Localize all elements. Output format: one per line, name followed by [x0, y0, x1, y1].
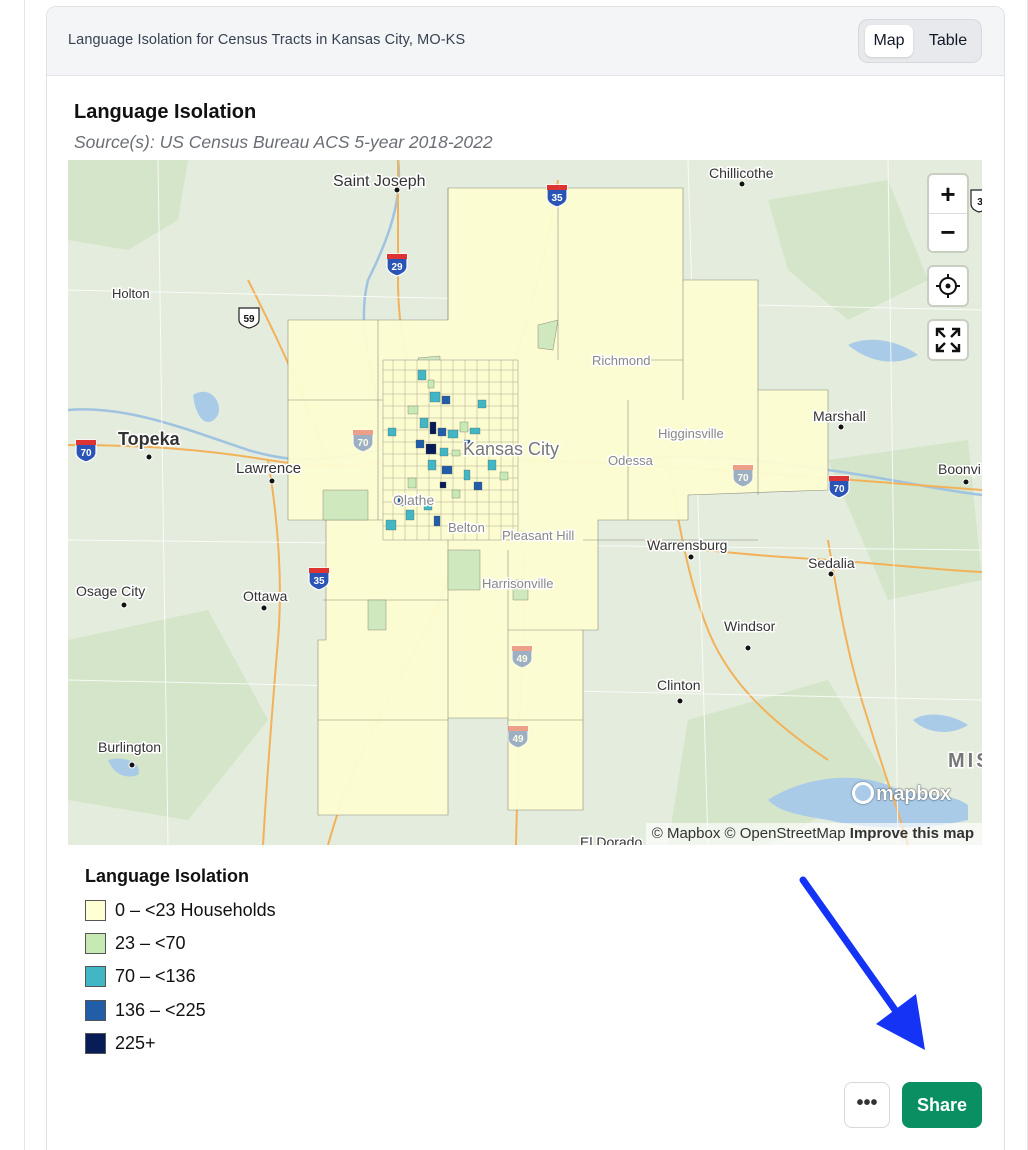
- svg-text:49: 49: [512, 734, 524, 745]
- legend-title: Language Isolation: [85, 866, 250, 886]
- svg-text:35: 35: [313, 576, 325, 587]
- legend-label: 0 – <23 Households: [115, 900, 276, 920]
- place-label: Burlington: [98, 739, 161, 755]
- place-label: Chillicothe: [709, 165, 774, 181]
- svg-text:70: 70: [833, 484, 845, 495]
- interstate-shield: 70: [75, 439, 97, 463]
- place-label: Ottawa: [243, 588, 288, 604]
- place-label: Pleasant Hill: [502, 528, 574, 543]
- place-label: Windsor: [724, 618, 776, 634]
- interstate-shield: 70: [352, 429, 374, 453]
- place-label: Kansas City: [463, 439, 559, 459]
- osm-attribution-link[interactable]: © OpenStreetMap: [725, 825, 846, 842]
- svg-text:70: 70: [80, 448, 92, 459]
- place-label: Warrensburg: [647, 537, 727, 553]
- place-label: Odessa: [608, 453, 654, 468]
- legend-label: 23 – <70: [115, 933, 186, 953]
- place-label: Richmond: [592, 353, 651, 368]
- visualization-title: Language Isolation: [74, 101, 257, 123]
- svg-text:70: 70: [737, 473, 749, 484]
- view-toggle: Map Table: [858, 19, 982, 63]
- more-options-button[interactable]: •••: [844, 1082, 890, 1128]
- svg-text:70: 70: [357, 438, 369, 449]
- left-divider: [24, 0, 25, 1150]
- mapbox-attribution-link[interactable]: © Mapbox: [652, 825, 721, 842]
- map-canvas[interactable]: Chillicothe Saint Joseph Holton Richmond…: [68, 160, 982, 845]
- place-label: Olathe: [393, 492, 434, 508]
- svg-text:59: 59: [243, 314, 255, 325]
- place-label: Osage City: [76, 583, 145, 599]
- crosshair-icon: [936, 274, 960, 298]
- interstate-shield: 29: [386, 253, 408, 277]
- svg-text:35: 35: [551, 193, 563, 204]
- interstate-shield: 49: [511, 645, 533, 669]
- place-label: Belton: [448, 520, 485, 535]
- legend-swatch: [85, 1000, 106, 1021]
- page: Language Isolation for Census Tracts in …: [0, 0, 1028, 1150]
- place-label: El Dorado: [580, 834, 642, 845]
- svg-text:3: 3: [977, 197, 982, 208]
- zoom-in-button[interactable]: +: [929, 175, 967, 214]
- zoom-controls: + −: [929, 175, 967, 251]
- interstate-shield: 49: [507, 725, 529, 749]
- legend-label: 70 – <136: [115, 966, 196, 986]
- legend-label: 225+: [115, 1033, 156, 1053]
- legend-label: 136 – <225: [115, 1000, 206, 1020]
- card-title: Language Isolation for Census Tracts in …: [68, 32, 466, 48]
- us-route-shield: 3: [970, 189, 982, 213]
- state-label: MIS: [948, 750, 982, 772]
- svg-text:49: 49: [516, 654, 528, 665]
- card-header: Language Isolation for Census Tracts in …: [47, 7, 1004, 76]
- fullscreen-icon: [935, 327, 961, 353]
- mapbox-logo-icon: [852, 782, 874, 804]
- us-route-shield: 59: [238, 307, 260, 329]
- interstate-shield: 70: [732, 464, 754, 488]
- interstate-shield: 35: [546, 184, 568, 208]
- svg-text:29: 29: [391, 262, 403, 273]
- place-label: Holton: [112, 286, 150, 301]
- visualization-card: Language Isolation for Census Tracts in …: [46, 6, 1005, 1150]
- place-label: Higginsville: [658, 426, 724, 441]
- legend-swatch: [85, 966, 106, 987]
- place-label: Clinton: [657, 677, 701, 693]
- place-label: Sedalia: [808, 555, 855, 571]
- improve-map-link[interactable]: Improve this map: [850, 825, 974, 842]
- legend-swatch: [85, 900, 106, 921]
- visualization-source: Source(s): US Census Bureau ACS 5-year 2…: [74, 132, 493, 152]
- legend-swatch: [85, 933, 106, 954]
- place-label: Harrisonville: [482, 576, 554, 591]
- map-attribution: © Mapbox © OpenStreetMap Improve this ma…: [645, 823, 982, 845]
- place-label: Saint Joseph: [333, 173, 426, 190]
- zoom-out-button[interactable]: −: [929, 213, 967, 251]
- legend-swatch: [85, 1033, 106, 1054]
- table-view-button[interactable]: Table: [921, 25, 975, 57]
- place-label: Lawrence: [236, 460, 301, 477]
- place-label: Marshall: [813, 408, 866, 424]
- fullscreen-button[interactable]: [929, 321, 967, 359]
- place-label: Topeka: [118, 429, 181, 449]
- interstate-shield: 35: [308, 567, 330, 591]
- interstate-shield: 70: [828, 475, 850, 499]
- place-label: Boonvi: [938, 461, 981, 477]
- locate-button[interactable]: [929, 267, 967, 305]
- map[interactable]: Chillicothe Saint Joseph Holton Richmond…: [68, 160, 982, 845]
- mapbox-logo[interactable]: mapbox: [852, 782, 951, 806]
- share-button[interactable]: Share: [902, 1082, 982, 1128]
- map-view-button[interactable]: Map: [865, 25, 913, 57]
